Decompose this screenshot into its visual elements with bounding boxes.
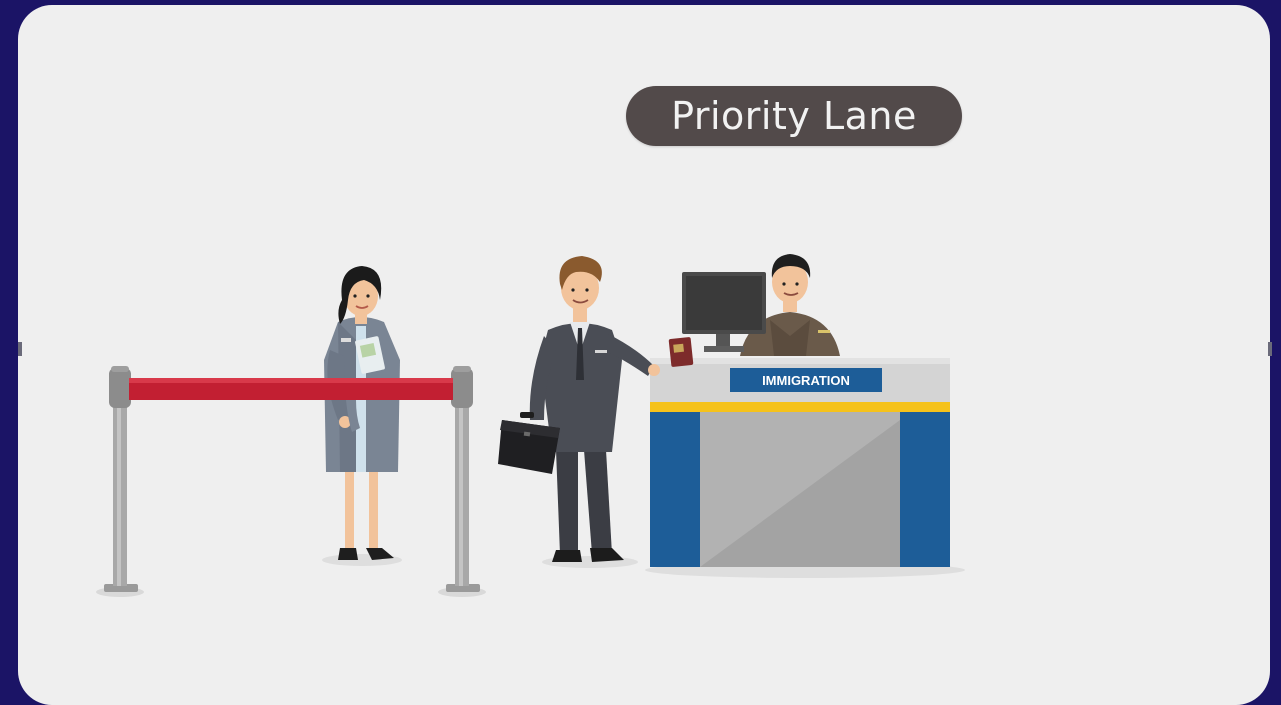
- airport-scene: IMMIGRATION: [18, 254, 1272, 597]
- woman-traveller-icon: [324, 266, 400, 560]
- queue-rope-icon: [129, 378, 453, 400]
- left-edge-marker: [18, 342, 22, 356]
- passport-icon: [668, 337, 694, 367]
- immigration-desk-icon: IMMIGRATION: [650, 358, 950, 567]
- desk-sign-label: IMMIGRATION: [762, 373, 850, 388]
- right-edge-marker: [1268, 342, 1272, 356]
- businessman-icon: [529, 256, 660, 562]
